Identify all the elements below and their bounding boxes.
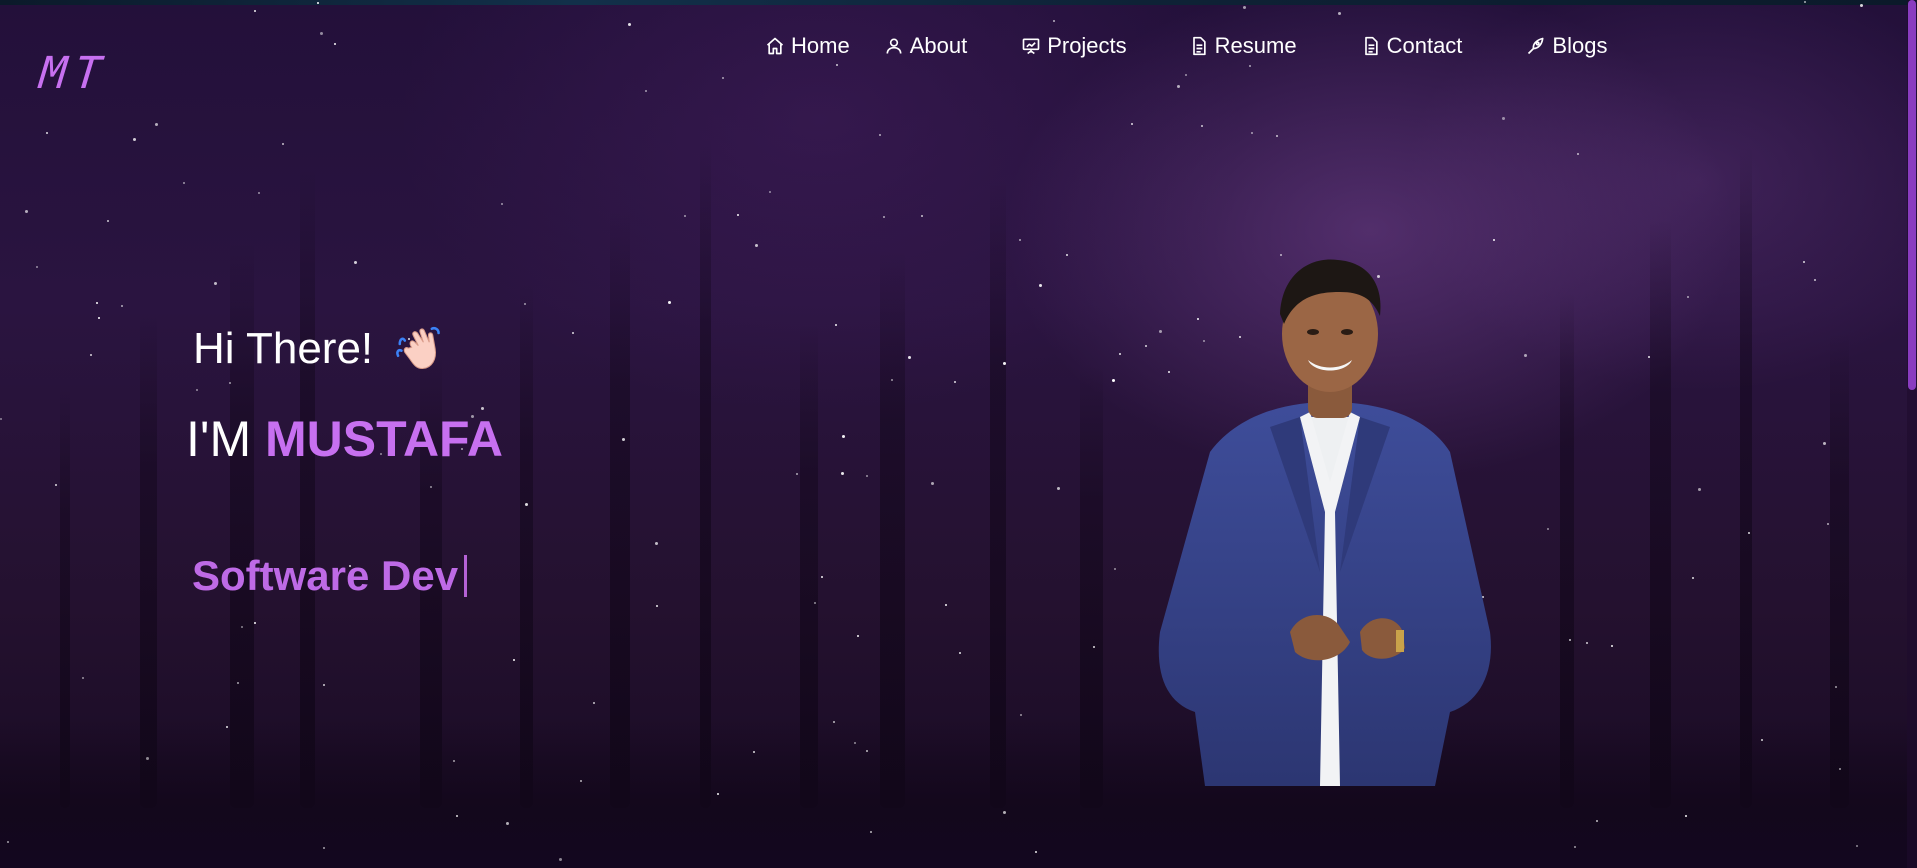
scrollbar-thumb[interactable] — [1908, 0, 1916, 390]
nav-label-blogs: Blogs — [1552, 33, 1608, 58]
tree-silhouette — [1740, 146, 1752, 808]
hero-greeting: Hi There! — [193, 322, 447, 376]
ground-shadow — [0, 718, 1917, 868]
profile-photo — [1158, 259, 1491, 786]
intro-prefix: I'M — [186, 411, 252, 467]
pen-nib-icon — [1528, 37, 1544, 55]
tree-silhouette — [990, 178, 1006, 808]
user-icon — [886, 38, 902, 54]
hero-intro: I'M MUSTAFA — [186, 410, 503, 468]
scrollbar[interactable] — [1907, 0, 1917, 868]
nav-item-projects[interactable]: Projects — [1021, 28, 1127, 64]
nav-item-resume[interactable]: Resume — [1189, 28, 1297, 64]
nav-label-about: About — [909, 33, 968, 58]
home-icon — [766, 37, 784, 55]
hero-name: MUSTAFA — [265, 411, 503, 467]
nav-label-projects: Projects — [1047, 33, 1127, 58]
nav-label-contact: Contact — [1386, 33, 1463, 58]
nav-label-resume: Resume — [1214, 33, 1297, 58]
nav-item-about[interactable]: About — [884, 28, 968, 64]
nav-item-blogs[interactable]: Blogs — [1526, 28, 1607, 64]
typed-role-text: Software Dev — [192, 552, 459, 599]
waving-hand-icon — [396, 326, 440, 369]
document-icon — [1364, 36, 1378, 56]
tree-silhouette — [300, 169, 315, 808]
site-logo[interactable]: MT — [37, 48, 111, 99]
greeting-text: Hi There! — [193, 324, 374, 373]
top-strip — [0, 0, 1917, 5]
typing-cursor — [464, 555, 468, 597]
typed-role: Software Dev — [192, 552, 468, 600]
tree-silhouette — [700, 137, 711, 808]
document-icon — [1192, 36, 1206, 56]
nav-label-home: Home — [791, 33, 850, 58]
main-nav: Home About Projects Resume Contact Blogs — [765, 28, 1607, 64]
nav-item-contact[interactable]: Contact — [1361, 28, 1463, 64]
nav-item-home[interactable]: Home — [765, 28, 850, 64]
presentation-chart-icon — [1022, 38, 1040, 55]
